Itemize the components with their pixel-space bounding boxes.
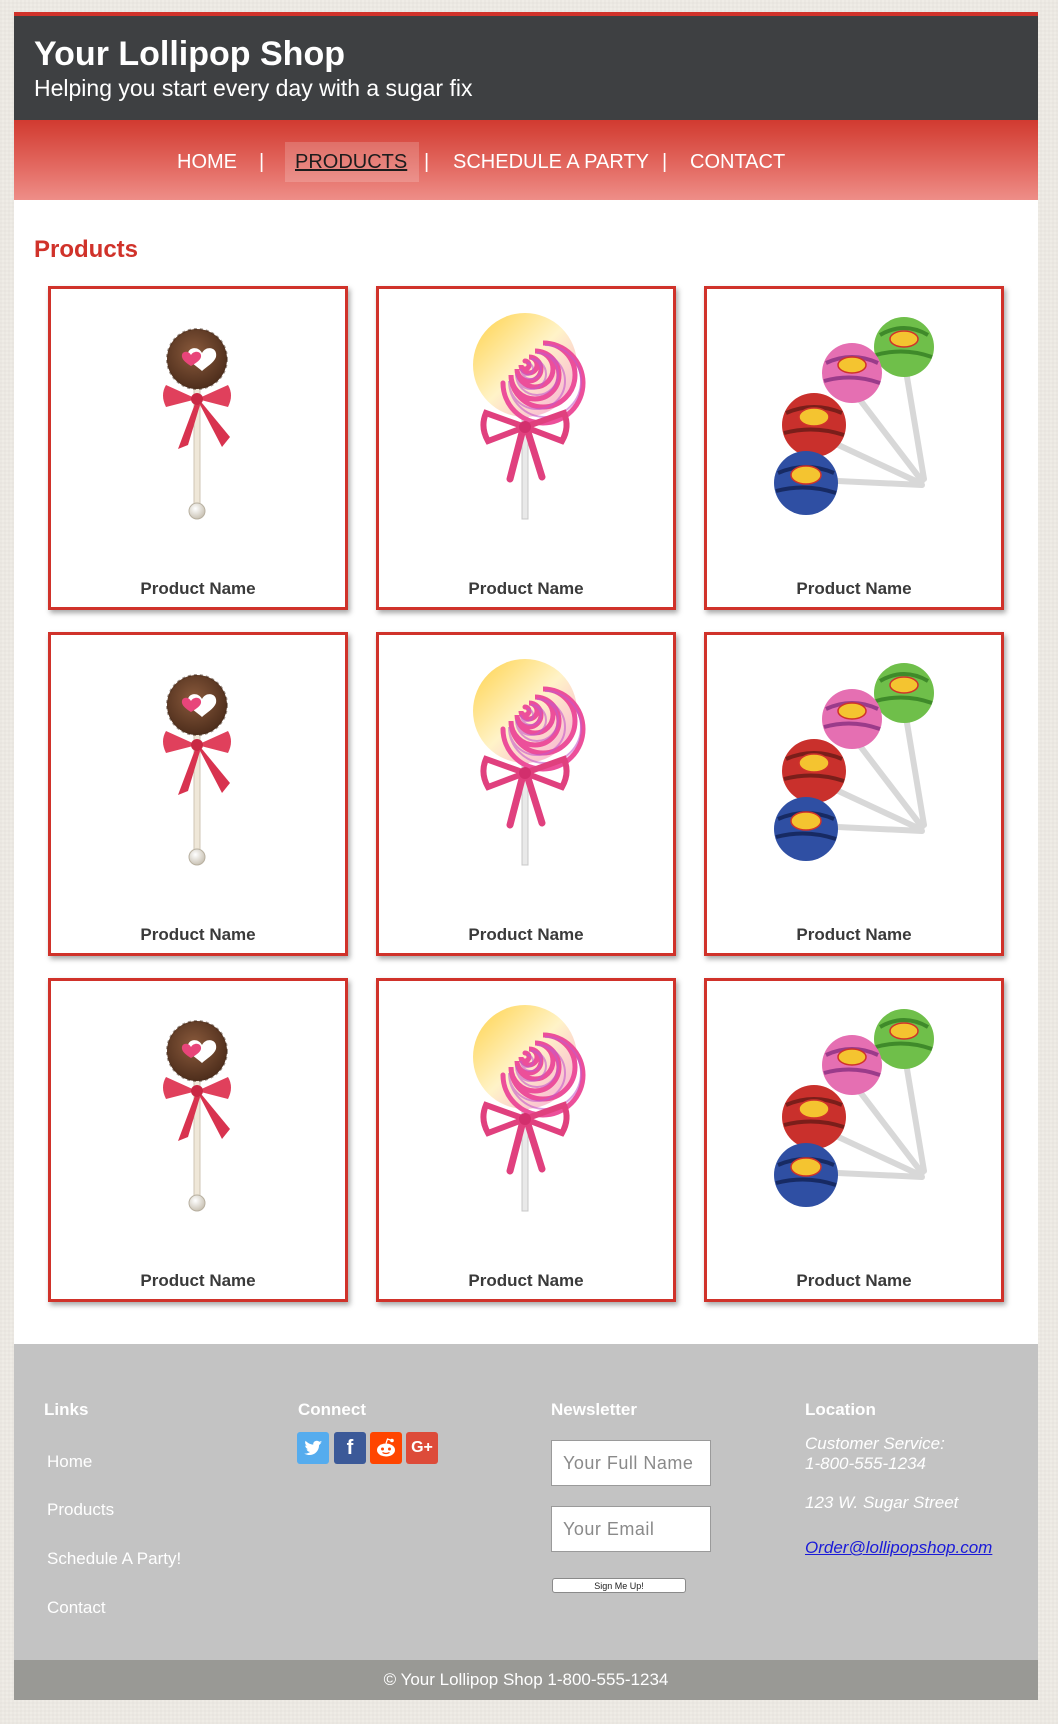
footer-location-heading: Location [805,1400,876,1419]
page-container: Your Lollipop Shop Helping you start eve… [14,12,1038,1700]
footer-links-heading: Links [44,1400,89,1419]
footer-connect-heading: Connect [298,1400,366,1419]
nav-schedule-party-link[interactable]: SCHEDULE A PARTY [453,142,649,182]
chocolate-heart-lollipop-image [118,309,278,529]
product-name: Product Name [468,1271,584,1290]
footer-link-contact[interactable]: Contact [47,1598,106,1618]
newsletter-email-input[interactable] [551,1506,711,1552]
swirl-lollipop-image [446,309,606,529]
product-name: Product Name [468,925,584,944]
nav-contact-link[interactable]: CONTACT [690,142,785,182]
customer-service-label: Customer Service: [805,1434,945,1453]
site-footer: Links Home Products Schedule A Party! Co… [14,1344,1038,1660]
order-email-link[interactable]: Order@lollipopshop.com [805,1538,992,1558]
chupa-chups-bouquet-image [754,309,954,529]
nav-products-link[interactable]: PRODUCTS [285,142,419,182]
product-name: Product Name [140,579,256,598]
footer-link-schedule-party[interactable]: Schedule A Party! [47,1549,181,1569]
product-name: Product Name [796,925,912,944]
nav-separator: | [259,151,265,173]
product-card[interactable]: Product Name [48,286,348,610]
product-card[interactable]: Product Name [704,286,1004,610]
nav-home-link[interactable]: HOME [177,142,237,182]
nav-separator: | [424,151,430,173]
chocolate-heart-lollipop-image [118,1001,278,1221]
twitter-icon[interactable] [297,1432,329,1464]
nav-separator: | [662,151,668,173]
main-nav: HOME | PRODUCTS | SCHEDULE A PARTY | CON… [14,120,1038,200]
product-card[interactable]: Product Name [48,978,348,1302]
site-title: Your Lollipop Shop [34,35,345,73]
newsletter-signup-button[interactable]: Sign Me Up! [552,1578,686,1593]
product-name: Product Name [796,579,912,598]
footer-link-products[interactable]: Products [47,1500,114,1520]
product-name: Product Name [796,1271,912,1290]
newsletter-name-input[interactable] [551,1440,711,1486]
reddit-icon[interactable] [370,1432,402,1464]
product-card[interactable]: Product Name [376,978,676,1302]
chupa-chups-bouquet-image [754,1001,954,1221]
footer-link-home[interactable]: Home [47,1452,92,1472]
copyright-bar: © Your Lollipop Shop 1-800-555-1234 [14,1660,1038,1700]
product-card[interactable]: Product Name [704,632,1004,956]
site-header: Your Lollipop Shop Helping you start eve… [14,12,1038,120]
products-heading: Products [34,236,139,263]
google-plus-icon[interactable]: G+ [406,1432,438,1464]
site-tagline: Helping you start every day with a sugar… [34,75,473,101]
product-name: Product Name [140,1271,256,1290]
product-card[interactable]: Product Name [48,632,348,956]
customer-service-phone: 1-800-555-1234 [805,1454,926,1473]
chocolate-heart-lollipop-image [118,655,278,875]
chupa-chups-bouquet-image [754,655,954,875]
product-name: Product Name [140,925,256,944]
facebook-icon[interactable]: f [334,1432,366,1464]
product-card[interactable]: Product Name [704,978,1004,1302]
product-card[interactable]: Product Name [376,286,676,610]
swirl-lollipop-image [446,655,606,875]
product-name: Product Name [468,579,584,598]
store-address: 123 W. Sugar Street [805,1493,959,1512]
footer-newsletter-heading: Newsletter [551,1400,637,1419]
swirl-lollipop-image [446,1001,606,1221]
product-card[interactable]: Product Name [376,632,676,956]
